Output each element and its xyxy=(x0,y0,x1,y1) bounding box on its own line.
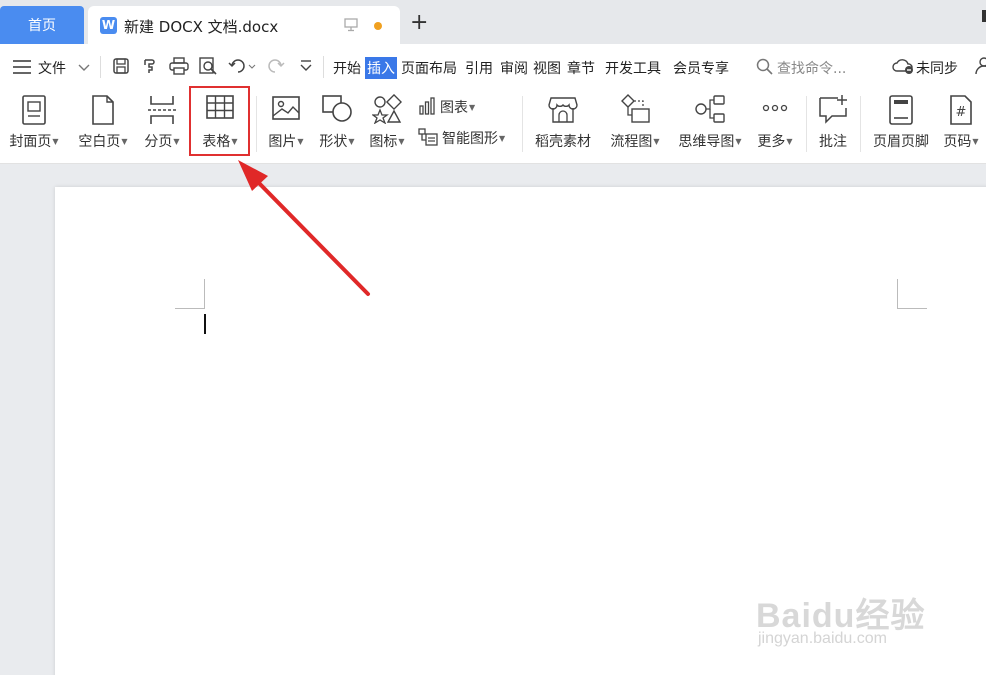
margin-corner-top-right xyxy=(897,279,927,309)
comment-label: 批注 xyxy=(819,134,847,150)
picture-icon xyxy=(272,96,300,120)
monitor-icon[interactable] xyxy=(344,18,358,32)
format-painter-icon[interactable] xyxy=(141,57,159,75)
daoke-material-label: 稻壳素材 xyxy=(535,134,591,150)
undo-icon[interactable] xyxy=(228,57,256,75)
menu-references[interactable]: 引用 xyxy=(465,58,493,78)
more-button[interactable]: 更多▼ xyxy=(752,88,798,164)
icon-library-button[interactable]: 图标▼ xyxy=(364,88,410,164)
header-footer-label: 页眉页脚 xyxy=(873,134,929,150)
chart-label: 图表 xyxy=(440,100,468,116)
icon-library-icon xyxy=(372,94,402,124)
flowchart-label: 流程图 xyxy=(610,134,653,150)
baidu-watermark: Baidu经验 jingyan.baidu.com xyxy=(756,578,936,658)
hamburger-menu-icon[interactable] xyxy=(13,60,31,74)
ribbon-divider xyxy=(256,96,257,152)
page-break-icon xyxy=(148,96,176,124)
more-dots-icon xyxy=(762,104,788,112)
print-preview-icon[interactable] xyxy=(198,57,218,75)
window-edge xyxy=(982,10,986,22)
ribbon-divider xyxy=(860,96,861,152)
menu-view[interactable]: 视图 xyxy=(533,58,561,78)
print-icon[interactable] xyxy=(169,57,189,75)
save-icon[interactable] xyxy=(112,57,130,75)
mind-map-button[interactable]: 思维导图▼ xyxy=(672,88,748,164)
ribbon-divider xyxy=(522,96,523,152)
smart-art-icon xyxy=(418,128,438,146)
page-number-button[interactable]: # 页码▼ xyxy=(938,88,984,164)
header-footer-icon xyxy=(889,95,913,125)
menu-review[interactable]: 审阅 xyxy=(500,58,528,78)
daoke-material-button[interactable]: 稻壳素材 xyxy=(528,88,598,164)
comment-icon xyxy=(819,95,847,124)
tab-document[interactable]: W 新建 DOCX 文档.docx xyxy=(88,6,400,44)
cover-page-label: 封面页 xyxy=(9,134,52,150)
blank-page-icon xyxy=(92,95,114,125)
redo-icon[interactable] xyxy=(265,57,293,75)
customize-toolbar-icon[interactable] xyxy=(300,60,312,74)
header-footer-button[interactable]: 页眉页脚 xyxy=(866,88,936,164)
watermark-url: jingyan.baidu.com xyxy=(758,630,887,647)
blank-page-button[interactable]: 空白页▼ xyxy=(70,88,136,164)
document-tab-title: 新建 DOCX 文档.docx xyxy=(124,18,279,36)
smart-art-button[interactable]: 智能图形▼ xyxy=(418,128,505,148)
mind-map-label: 思维导图 xyxy=(678,134,735,150)
menu-home[interactable]: 开始 xyxy=(333,58,361,78)
shape-button[interactable]: 形状▼ xyxy=(314,88,360,164)
cloud-sync-icon[interactable] xyxy=(891,57,915,75)
menu-member-exclusive[interactable]: 会员专享 xyxy=(673,58,729,78)
cover-page-button[interactable]: 封面页▼ xyxy=(0,88,68,164)
insert-ribbon: 封面页▼ 空白页▼ 分页▼ 表格▼ 图片▼ 形状▼ 图标▼ 图表▼ 智能图形▼ … xyxy=(0,88,986,164)
chart-button[interactable]: 图表▼ xyxy=(418,97,475,117)
flowchart-icon xyxy=(621,94,650,123)
svg-text:#: # xyxy=(956,105,967,120)
shape-label: 形状 xyxy=(319,134,348,150)
menu-divider xyxy=(323,56,324,78)
blank-page-label: 空白页 xyxy=(78,134,121,150)
menu-insert[interactable]: 插入 xyxy=(365,57,397,79)
menu-page-layout[interactable]: 页面布局 xyxy=(401,58,457,78)
title-bar: 首页 W 新建 DOCX 文档.docx + xyxy=(0,0,986,44)
table-highlight-box xyxy=(189,86,250,156)
smart-art-label: 智能图形 xyxy=(442,131,498,147)
menu-chapter[interactable]: 章节 xyxy=(567,58,595,78)
user-icon[interactable] xyxy=(975,57,986,75)
picture-button[interactable]: 图片▼ xyxy=(262,88,310,164)
page-number-icon: # xyxy=(950,95,972,125)
mind-map-icon xyxy=(695,95,725,123)
writer-doc-icon: W xyxy=(100,17,117,34)
ribbon-divider xyxy=(806,96,807,152)
margin-corner-top-left xyxy=(175,279,205,309)
page-number-label: 页码 xyxy=(943,134,972,150)
more-label: 更多 xyxy=(757,134,786,150)
tab-home[interactable]: 首页 xyxy=(0,6,84,44)
sync-status[interactable]: 未同步 xyxy=(916,58,958,78)
search-command-input[interactable]: 查找命令... xyxy=(777,58,846,78)
unsaved-dot-icon xyxy=(374,22,382,30)
menu-file[interactable]: 文件 xyxy=(38,58,66,78)
shape-icon xyxy=(322,95,352,122)
store-icon xyxy=(548,97,578,123)
comment-button[interactable]: 批注 xyxy=(812,88,854,164)
picture-label: 图片 xyxy=(268,134,297,150)
text-cursor xyxy=(204,314,206,334)
search-icon[interactable] xyxy=(756,58,773,75)
new-tab-button[interactable]: + xyxy=(410,12,428,34)
page-break-label: 分页 xyxy=(144,134,173,150)
page-break-button[interactable]: 分页▼ xyxy=(138,88,186,164)
chart-icon xyxy=(419,97,435,115)
menu-developer-tools[interactable]: 开发工具 xyxy=(605,58,661,78)
chevron-down-icon[interactable] xyxy=(78,64,90,72)
menu-divider xyxy=(100,56,101,78)
cover-page-icon xyxy=(22,95,46,125)
menu-bar: 文件 开始 插入 页面布局 引用 审阅 视图 章节 开发工具 会员专享 查找命令… xyxy=(0,44,986,88)
icon-library-label: 图标 xyxy=(369,134,398,150)
flowchart-button[interactable]: 流程图▼ xyxy=(604,88,666,164)
